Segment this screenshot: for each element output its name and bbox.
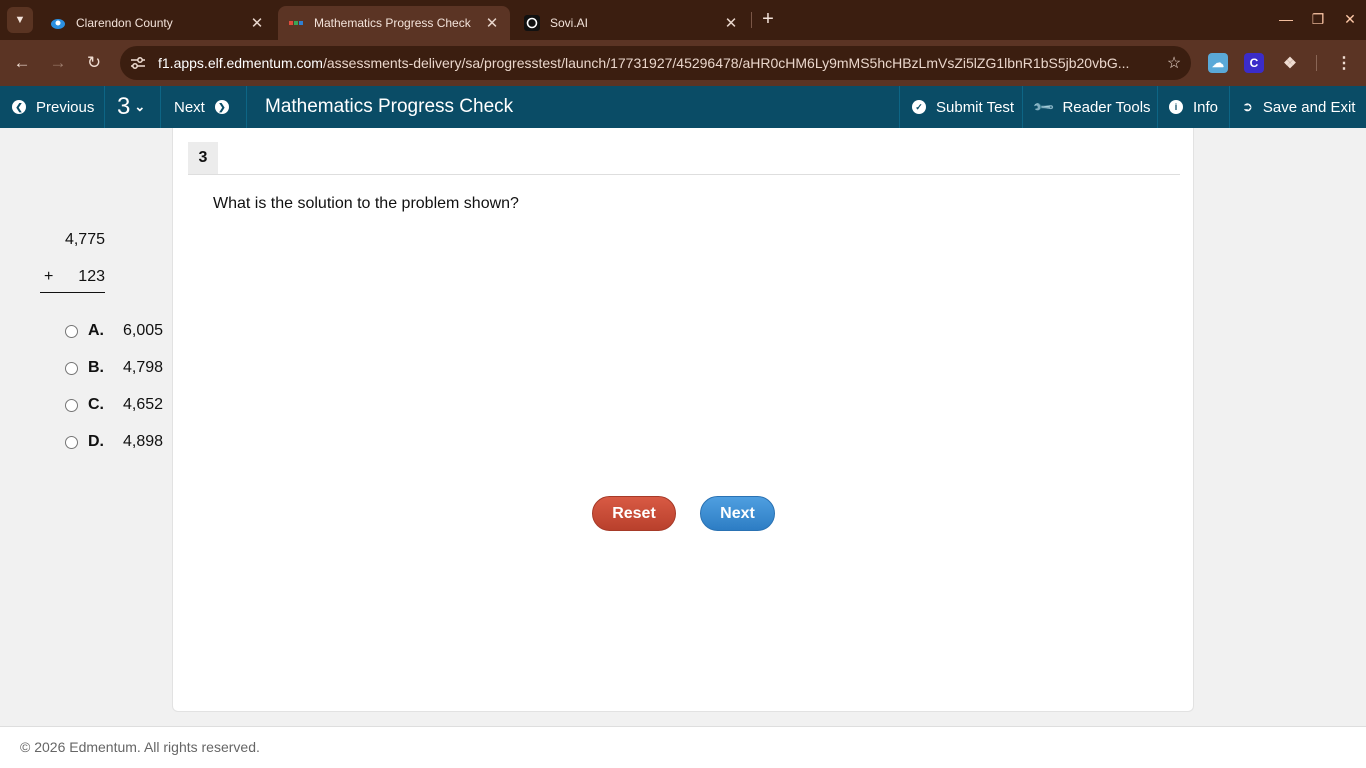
plus-operator: + [44,268,54,285]
edmentum-icon [288,15,304,31]
close-tab-icon[interactable]: ✕ [249,14,265,32]
forward-arrow-icon[interactable]: → [46,51,70,75]
addend-1: 4,775 [64,231,105,248]
choice-letter: D. [88,433,104,450]
choice-letter: A. [88,322,104,339]
choice-text: 4,898 [123,433,164,450]
choice-text: 4,798 [123,359,164,376]
cloud-extension-icon[interactable]: ☁ [1208,53,1228,73]
choice-text: 6,005 [123,322,164,339]
browser-tab-mathematics[interactable]: Mathematics Progress Check ✕ [278,6,510,40]
browser-tabstrip: ▼ Clarendon County ✕ Mathematics Progres… [0,0,1366,40]
address-bar[interactable]: f1.apps.elf.edmentum.com/assessments-del… [120,46,1191,80]
site-info-icon[interactable] [123,50,153,76]
sum-line [40,292,105,293]
radio-b[interactable] [65,361,78,375]
chevron-down-icon: ⌄ [134,99,146,114]
divider [188,174,1180,175]
url-text: f1.apps.elf.edmentum.com/assessments-del… [158,55,1157,71]
radio-c[interactable] [65,398,78,412]
tab-separator [751,12,752,28]
header-divider [104,86,105,128]
next-label: Next [174,98,205,116]
minimize-icon[interactable]: — [1274,8,1298,30]
reader-tools-label: Reader Tools [1062,98,1151,116]
info-button[interactable]: i Info [1169,86,1218,128]
assessment-header: ❮ Previous 3 ⌄ Next ❯ Mathematics Progre… [0,86,1366,128]
choice-letter: B. [88,359,104,376]
back-arrow-icon[interactable]: ← [10,51,34,75]
header-divider [160,86,161,128]
copyright-text: © 2026 Edmentum. All rights reserved. [20,739,260,755]
chevron-left-circle-icon: ❮ [12,100,26,114]
browser-tab-clarendon[interactable]: Clarendon County ✕ [40,6,275,40]
question-number-badge: 3 [188,142,218,174]
sovi-icon [524,15,540,31]
problem-addend-2-row: + 123 [40,268,105,288]
check-circle-icon: ✓ [912,100,926,114]
cloud-icon [50,15,66,31]
tab-title: Sovi.AI [550,16,589,30]
header-divider [246,86,247,128]
tab-search-chevron-icon[interactable]: ▼ [7,7,33,33]
question-selector[interactable]: 3 ⌄ [117,86,145,128]
url-host: f1.apps.elf.edmentum.com [158,55,323,71]
addend-2: 123 [78,268,105,285]
wrench-icon: 🔧 [1031,94,1056,119]
radio-a[interactable] [65,324,78,338]
sign-out-icon: ➲ [1242,99,1253,114]
toolbar-divider [1316,55,1317,71]
extensions-puzzle-icon[interactable]: ❖ [1280,53,1300,73]
chevron-right-circle-icon: ❯ [214,100,229,114]
header-divider [899,86,900,128]
question-prompt: What is the solution to the problem show… [213,195,519,212]
info-label: Info [1193,98,1219,116]
header-divider [1022,86,1023,128]
submit-label: Submit Test [936,98,1015,116]
header-divider [1157,86,1158,128]
previous-label: Previous [36,98,95,116]
submit-test-button[interactable]: ✓ Submit Test [912,86,1014,128]
choice-letter: C. [88,396,104,413]
choice-text: 4,652 [123,396,164,413]
menu-kebab-icon[interactable]: ⋮ [1334,53,1354,73]
close-tab-icon[interactable]: ✕ [484,14,500,32]
tab-title: Mathematics Progress Check [314,16,471,30]
reset-button[interactable]: Reset [592,496,676,531]
save-exit-label: Save and Exit [1262,98,1356,116]
bookmark-star-icon[interactable]: ☆ [1157,53,1191,73]
close-tab-icon[interactable]: ✕ [723,14,739,32]
choice-c[interactable]: C. 4,652 [65,394,163,416]
problem-addend-1: 4,775 [40,231,105,251]
choice-a[interactable]: A. 6,005 [65,320,163,342]
restore-icon[interactable]: ❐ [1306,8,1330,30]
radio-d[interactable] [65,435,78,449]
browser-toolbar: ← → ↻ f1.apps.elf.edmentum.com/assessmen… [0,40,1366,86]
page-title: Mathematics Progress Check [265,96,514,117]
next-button[interactable]: Next [700,496,775,531]
question-card: 3 What is the solution to the problem sh… [172,128,1194,712]
c-extension-icon[interactable]: C [1244,53,1264,73]
choice-d[interactable]: D. 4,898 [65,431,163,453]
reload-icon[interactable]: ↻ [82,51,106,75]
browser-tab-sovi[interactable]: Sovi.AI ✕ [514,6,749,40]
close-window-icon[interactable]: ✕ [1338,8,1362,30]
previous-button[interactable]: ❮ Previous [12,86,94,128]
tab-title: Clarendon County [76,16,173,30]
reader-tools-button[interactable]: 🔧 Reader Tools [1031,86,1151,128]
header-divider [1229,86,1230,128]
next-nav-button[interactable]: Next ❯ [174,86,229,128]
info-icon: i [1169,100,1183,114]
choice-b[interactable]: B. 4,798 [65,357,163,379]
page-footer: © 2026 Edmentum. All rights reserved. [0,726,1366,768]
new-tab-plus-icon[interactable]: + [756,8,780,32]
url-path: /assessments-delivery/sa/progresstest/la… [322,55,1130,71]
save-exit-button[interactable]: ➲ Save and Exit [1242,86,1355,128]
question-number: 3 [117,93,131,120]
